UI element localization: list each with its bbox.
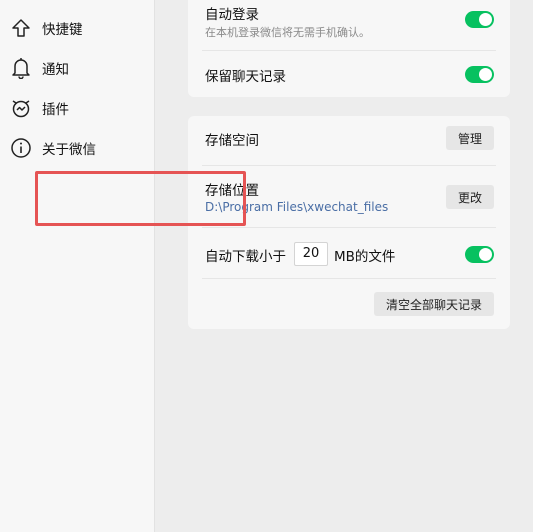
storage-settings-card: 存储空间 管理 存储位置 D:\Program Files\xwechat_fi…: [188, 116, 510, 329]
sidebar-item-about[interactable]: 关于微信: [0, 127, 154, 167]
login-settings-card: 自动登录 在本机登录微信将无需手机确认。 保留聊天记录: [188, 0, 510, 97]
auto-login-title: 自动登录: [205, 7, 259, 23]
divider: [202, 50, 496, 51]
clear-all-history-button[interactable]: 清空全部聊天记录: [374, 292, 494, 316]
toggle-knob: [479, 248, 492, 261]
divider: [202, 165, 496, 166]
divider: [202, 278, 496, 279]
auto-login-toggle[interactable]: [465, 11, 494, 28]
keep-history-title: 保留聊天记录: [205, 69, 286, 85]
toggle-knob: [479, 68, 492, 81]
sidebar-item-plugins[interactable]: 插件: [0, 87, 154, 127]
manage-storage-button[interactable]: 管理: [446, 126, 494, 150]
sidebar-item-label: 关于微信: [42, 142, 96, 158]
sidebar-item-label: 通知: [42, 62, 69, 78]
arrow-up-icon: [10, 17, 32, 39]
change-location-button[interactable]: 更改: [446, 185, 494, 209]
keep-history-toggle[interactable]: [465, 66, 494, 83]
auto-login-description: 在本机登录微信将无需手机确认。: [205, 26, 370, 39]
storage-location-path[interactable]: D:\Program Files\xwechat_files: [205, 200, 388, 214]
auto-download-toggle[interactable]: [465, 246, 494, 263]
sidebar-item-notifications[interactable]: 通知: [0, 47, 154, 87]
toggle-knob: [479, 13, 492, 26]
settings-sidebar: 快捷键 通知 插件 关于微信: [0, 0, 155, 532]
sidebar-item-shortcuts[interactable]: 快捷键: [0, 7, 154, 47]
divider: [202, 227, 496, 228]
auto-download-suffix: MB的文件: [334, 249, 396, 265]
storage-space-title: 存储空间: [205, 133, 259, 149]
auto-download-prefix: 自动下载小于: [205, 249, 286, 265]
settings-main-panel: 自动登录 在本机登录微信将无需手机确认。 保留聊天记录 存储空间 管理 存储位置…: [155, 0, 533, 532]
sidebar-item-label: 插件: [42, 102, 69, 118]
bell-icon: [10, 57, 32, 79]
sidebar-item-label: 快捷键: [42, 22, 83, 38]
info-icon: [10, 137, 32, 159]
auto-download-size-input[interactable]: 20: [294, 242, 328, 266]
plugin-icon: [10, 97, 32, 119]
storage-location-title: 存储位置: [205, 183, 259, 199]
